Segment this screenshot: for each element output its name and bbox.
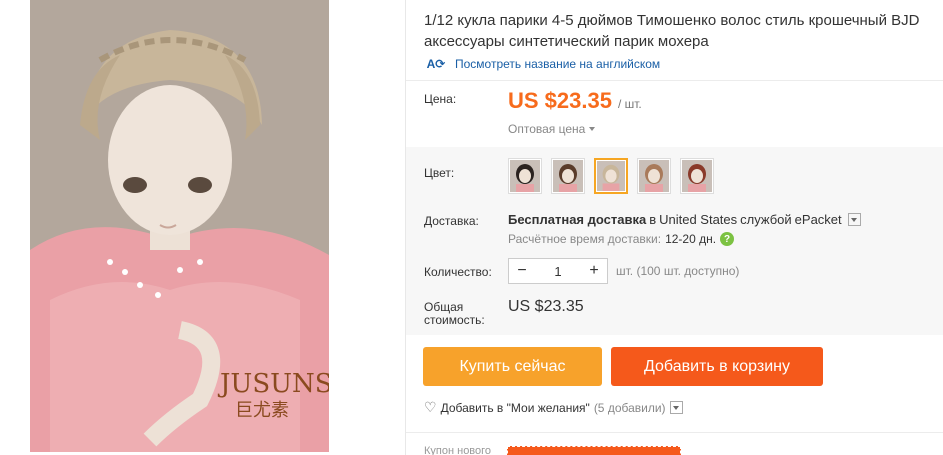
buy-now-button[interactable]: Купить сейчас: [423, 347, 602, 386]
wishlist-label: Добавить в "Мои желания": [440, 400, 590, 415]
color-swatch-blonde[interactable]: [594, 158, 628, 194]
shipping-method[interactable]: Бесплатная доставка в United States служ…: [508, 212, 861, 227]
wishlist-divider: [406, 432, 943, 433]
price-unit: / шт.: [617, 97, 642, 111]
shipping-dropdown-button[interactable]: [847, 213, 861, 226]
quantity-increment-button[interactable]: +: [581, 259, 607, 283]
wishlist-count: (5 добавили): [593, 400, 666, 415]
quantity-available: шт. (100 шт. доступно): [616, 264, 740, 278]
title-divider: [406, 80, 943, 81]
heart-plus-icon: ♡: [424, 399, 437, 415]
chevron-down-icon: [589, 127, 596, 131]
total-price: US $23.35: [508, 298, 584, 315]
translate-icon: A⟳: [426, 57, 446, 71]
doll-photo: JUSUNS 巨尤素: [30, 0, 329, 452]
coupon-label: Купон нового: [424, 445, 492, 455]
quantity-label: Количество:: [424, 265, 492, 279]
total-label: Общая стоимость:: [424, 301, 485, 327]
product-title: 1/12 кукла парики 4-5 дюймов Тимошенко в…: [424, 12, 920, 50]
swatch-thumbnail: [597, 161, 625, 191]
product-image[interactable]: JUSUNS 巨尤素: [30, 0, 329, 452]
color-swatch-auburn[interactable]: [637, 158, 671, 194]
shipping-to: в: [649, 212, 657, 227]
add-to-wishlist[interactable]: ♡ Добавить в "Мои желания" (5 добавили): [424, 399, 683, 416]
translate-link[interactable]: A⟳ Посмотреть название на английском: [424, 57, 661, 71]
quantity-decrement-button[interactable]: −: [509, 259, 535, 283]
eta-value: 12-20 дн.: [665, 232, 717, 246]
chevron-down-icon: [673, 405, 680, 410]
swatch-thumbnail: [553, 160, 583, 192]
quantity-stepper: − 1 +: [508, 258, 608, 284]
swatch-thumbnail: [510, 160, 540, 192]
shipping-via: службой: [740, 212, 792, 227]
color-swatch-brown[interactable]: [551, 158, 585, 194]
chevron-down-icon: [851, 217, 858, 222]
translate-link-label: Посмотреть название на английском: [455, 57, 661, 71]
free-shipping-text: Бесплатная доставка: [508, 212, 647, 227]
color-swatches: [508, 158, 714, 194]
price-label: Цена:: [424, 92, 457, 106]
color-swatch-dark[interactable]: [508, 158, 542, 194]
eta-label: Расчётное время доставки:: [508, 232, 662, 246]
total-label-line2: стоимость:: [424, 313, 485, 327]
wholesale-label: Оптовая цена: [508, 122, 586, 136]
brand-logo-cn: 巨尤素: [235, 400, 289, 421]
swatch-thumbnail: [639, 160, 669, 192]
coupon-badge[interactable]: [507, 446, 681, 455]
brand-logo: JUSUNS: [217, 369, 329, 399]
shipping-country: United States: [659, 212, 738, 227]
shipping-carrier: ePacket: [794, 212, 842, 227]
shipping-label: Доставка:: [424, 214, 479, 228]
price: US $23.35 / шт.: [508, 88, 642, 114]
price-amount: US $23.35: [508, 88, 612, 113]
quantity-input[interactable]: 1: [535, 264, 581, 279]
delivery-estimate: Расчётное время доставки: 12-20 дн. ?: [508, 232, 735, 246]
color-label: Цвет:: [424, 166, 455, 180]
wholesale-price-toggle[interactable]: Оптовая цена: [508, 122, 596, 136]
add-to-cart-button[interactable]: Добавить в корзину: [611, 347, 823, 386]
wishlist-dropdown-button[interactable]: [669, 401, 683, 414]
swatch-thumbnail: [682, 160, 712, 192]
color-swatch-red[interactable]: [680, 158, 714, 194]
help-icon[interactable]: ?: [720, 232, 735, 246]
